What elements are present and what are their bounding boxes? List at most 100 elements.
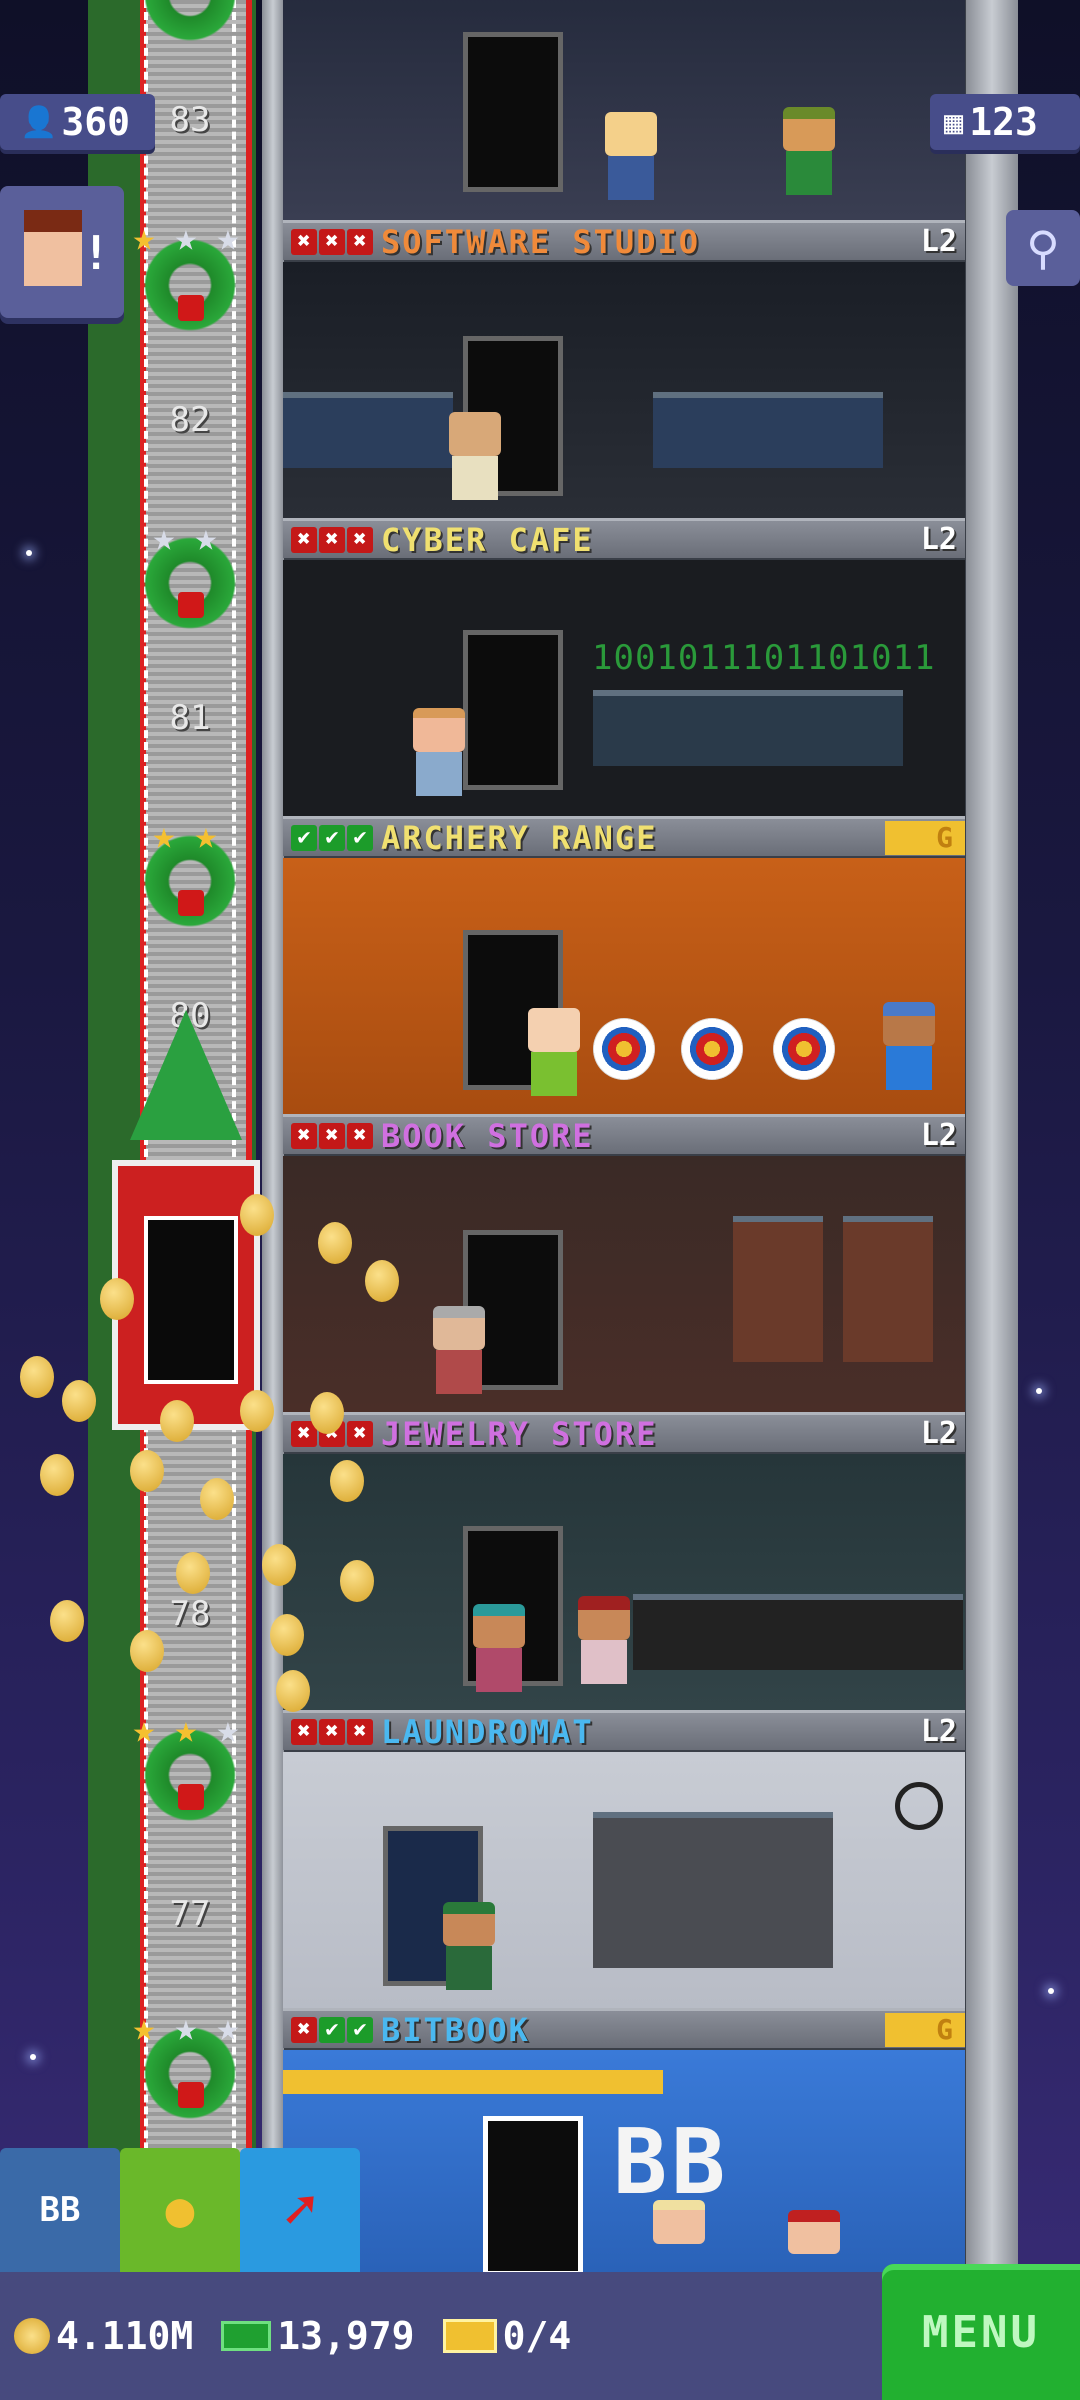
floor-label-laundromat[interactable]: ✖ ✖ ✖ LAUNDROMAT L2	[283, 1710, 965, 1751]
background-star	[1036, 1388, 1042, 1394]
coins-value: 4.110M	[56, 2314, 194, 2358]
floor-name: BITBOOK	[381, 2010, 530, 2049]
coin-particle	[62, 1380, 96, 1422]
floor-rating-stars: ★ ★	[145, 816, 280, 856]
matched-check-icon: ✔	[347, 824, 373, 851]
room-door	[463, 32, 563, 192]
gold-level-badge: G	[885, 820, 965, 855]
floor-label-bitbook[interactable]: ✖ ✔ ✔ BITBOOK G	[283, 2008, 965, 2049]
bitizen-avatar-button[interactable]: !	[0, 186, 124, 318]
gold-star-icon: ★	[132, 2005, 156, 2049]
bitizen-dream-job-marks: ✖ ✔ ✔	[291, 2016, 373, 2043]
floor-name: BOOK STORE	[381, 1116, 594, 1155]
coin-particle	[100, 1278, 134, 1320]
floor-label-book-store[interactable]: ✖ ✖ ✖ BOOK STORE L2	[283, 1114, 965, 1155]
coin-particle	[50, 1600, 84, 1642]
room-archery-range-above[interactable]	[283, 560, 965, 818]
floor-number: 82	[169, 400, 211, 440]
population-counter[interactable]: 👤 360	[0, 94, 155, 150]
menu-button[interactable]: MENU	[882, 2264, 1080, 2400]
christmas-tree-decoration	[130, 1010, 242, 1140]
gold-star-icon: ★	[194, 813, 218, 857]
collect-coins-button[interactable]: ●	[120, 2148, 240, 2272]
washing-machines	[593, 1812, 833, 1968]
floor-name: LAUNDROMAT	[381, 1712, 594, 1751]
coin-particle	[176, 1552, 210, 1594]
floor-count-value: 123	[969, 100, 1038, 144]
raise-elevator-button[interactable]: ➚	[240, 2148, 360, 2272]
elevator-car[interactable]	[112, 1160, 260, 1430]
bow-decoration	[178, 295, 204, 321]
golden-ticket-icon	[442, 2319, 497, 2353]
gold-star-icon: ★	[174, 1707, 198, 1751]
resident-person	[783, 107, 835, 195]
floor-level: L2	[920, 1118, 957, 1153]
floor-counter[interactable]: ▦ 123	[930, 94, 1080, 150]
coin-particle	[160, 1400, 194, 1442]
silver-star-icon: ★	[194, 515, 218, 559]
bitizen-dream-job-marks: ✖ ✖ ✖	[291, 526, 373, 553]
room-laundromat[interactable]	[283, 1752, 965, 2010]
computer-desk	[653, 392, 883, 468]
room-cyber-cafe[interactable]	[283, 262, 965, 520]
bow-decoration	[178, 2082, 204, 2108]
coin-particle	[330, 1460, 364, 1502]
floor-rating-stars: ★ ★	[145, 518, 280, 558]
display-counter	[633, 1594, 963, 1670]
building-pillar-left	[262, 0, 284, 2270]
resident-person	[473, 1604, 525, 1692]
bookshelf	[733, 1216, 823, 1362]
binary-code-display: 1001011101101011	[592, 638, 936, 678]
floor-label-cyber-cafe[interactable]: ✖ ✖ ✖ CYBER CAFE L2	[283, 518, 965, 559]
search-button[interactable]: ⚲	[1006, 210, 1080, 286]
gold-level-badge: G	[885, 2012, 965, 2047]
unmatched-mark-icon: ✖	[347, 526, 373, 553]
floor-label-software-studio[interactable]: ✖ ✖ ✖ SOFTWARE STUDIO L2	[283, 220, 965, 261]
clock-icon	[895, 1782, 943, 1830]
room-door	[463, 630, 563, 790]
gold-star-icon: ★	[132, 1707, 156, 1751]
floor-label-archery-range[interactable]: ✔ ✔ ✔ ARCHERY RANGE G	[283, 816, 965, 857]
resident-person	[433, 1306, 485, 1394]
unmatched-mark-icon: ✖	[319, 228, 345, 255]
archery-target	[773, 1018, 835, 1080]
tickets-stat: 0/4	[442, 2314, 571, 2358]
resident-person	[443, 1902, 495, 1990]
coin-particle	[276, 1670, 310, 1712]
floor-name: JEWELRY STORE	[381, 1414, 658, 1453]
coin-particle	[262, 1544, 296, 1586]
resident-person	[449, 412, 501, 500]
bitbook-button[interactable]: BB	[0, 2148, 120, 2272]
coin-particle	[310, 1392, 344, 1434]
unmatched-mark-icon: ✖	[291, 2016, 317, 2043]
floor-number: 81	[169, 698, 211, 738]
bitizen-dream-job-marks: ✖ ✖ ✖	[291, 228, 373, 255]
floor-number: 83	[169, 100, 211, 140]
archery-target	[681, 1018, 743, 1080]
menu-label: MENU	[922, 2306, 1040, 2358]
coin-particle	[240, 1390, 274, 1432]
silver-star-icon: ★	[152, 515, 176, 559]
room-archery-range[interactable]	[283, 858, 965, 1116]
room-software-studio[interactable]	[283, 0, 965, 220]
archery-target	[593, 1018, 655, 1080]
bow-decoration	[178, 890, 204, 916]
unmatched-mark-icon: ✖	[291, 526, 317, 553]
coin-particle	[20, 1356, 54, 1398]
room-bitbook[interactable]: BB	[283, 2050, 965, 2276]
floor-name: ARCHERY RANGE	[381, 818, 658, 857]
background-star	[1048, 1988, 1054, 1994]
matched-check-icon: ✔	[319, 2016, 345, 2043]
unmatched-mark-icon: ✖	[347, 1122, 373, 1149]
floor-name: SOFTWARE STUDIO	[381, 222, 700, 261]
coins-icon: ●	[165, 2182, 195, 2238]
background-star	[30, 2054, 36, 2060]
background-star	[26, 550, 32, 556]
room-jewelry-store[interactable]	[283, 1454, 965, 1712]
coin-particle	[130, 1630, 164, 1672]
floor-label-jewelry-store[interactable]: ✖ ✖ ✖ JEWELRY STORE L2	[283, 1412, 965, 1453]
floor-number: 77	[169, 1894, 211, 1934]
coins-stat: 4.110M	[0, 2314, 193, 2358]
unmatched-mark-icon: ✖	[319, 526, 345, 553]
resident-person	[605, 112, 657, 200]
